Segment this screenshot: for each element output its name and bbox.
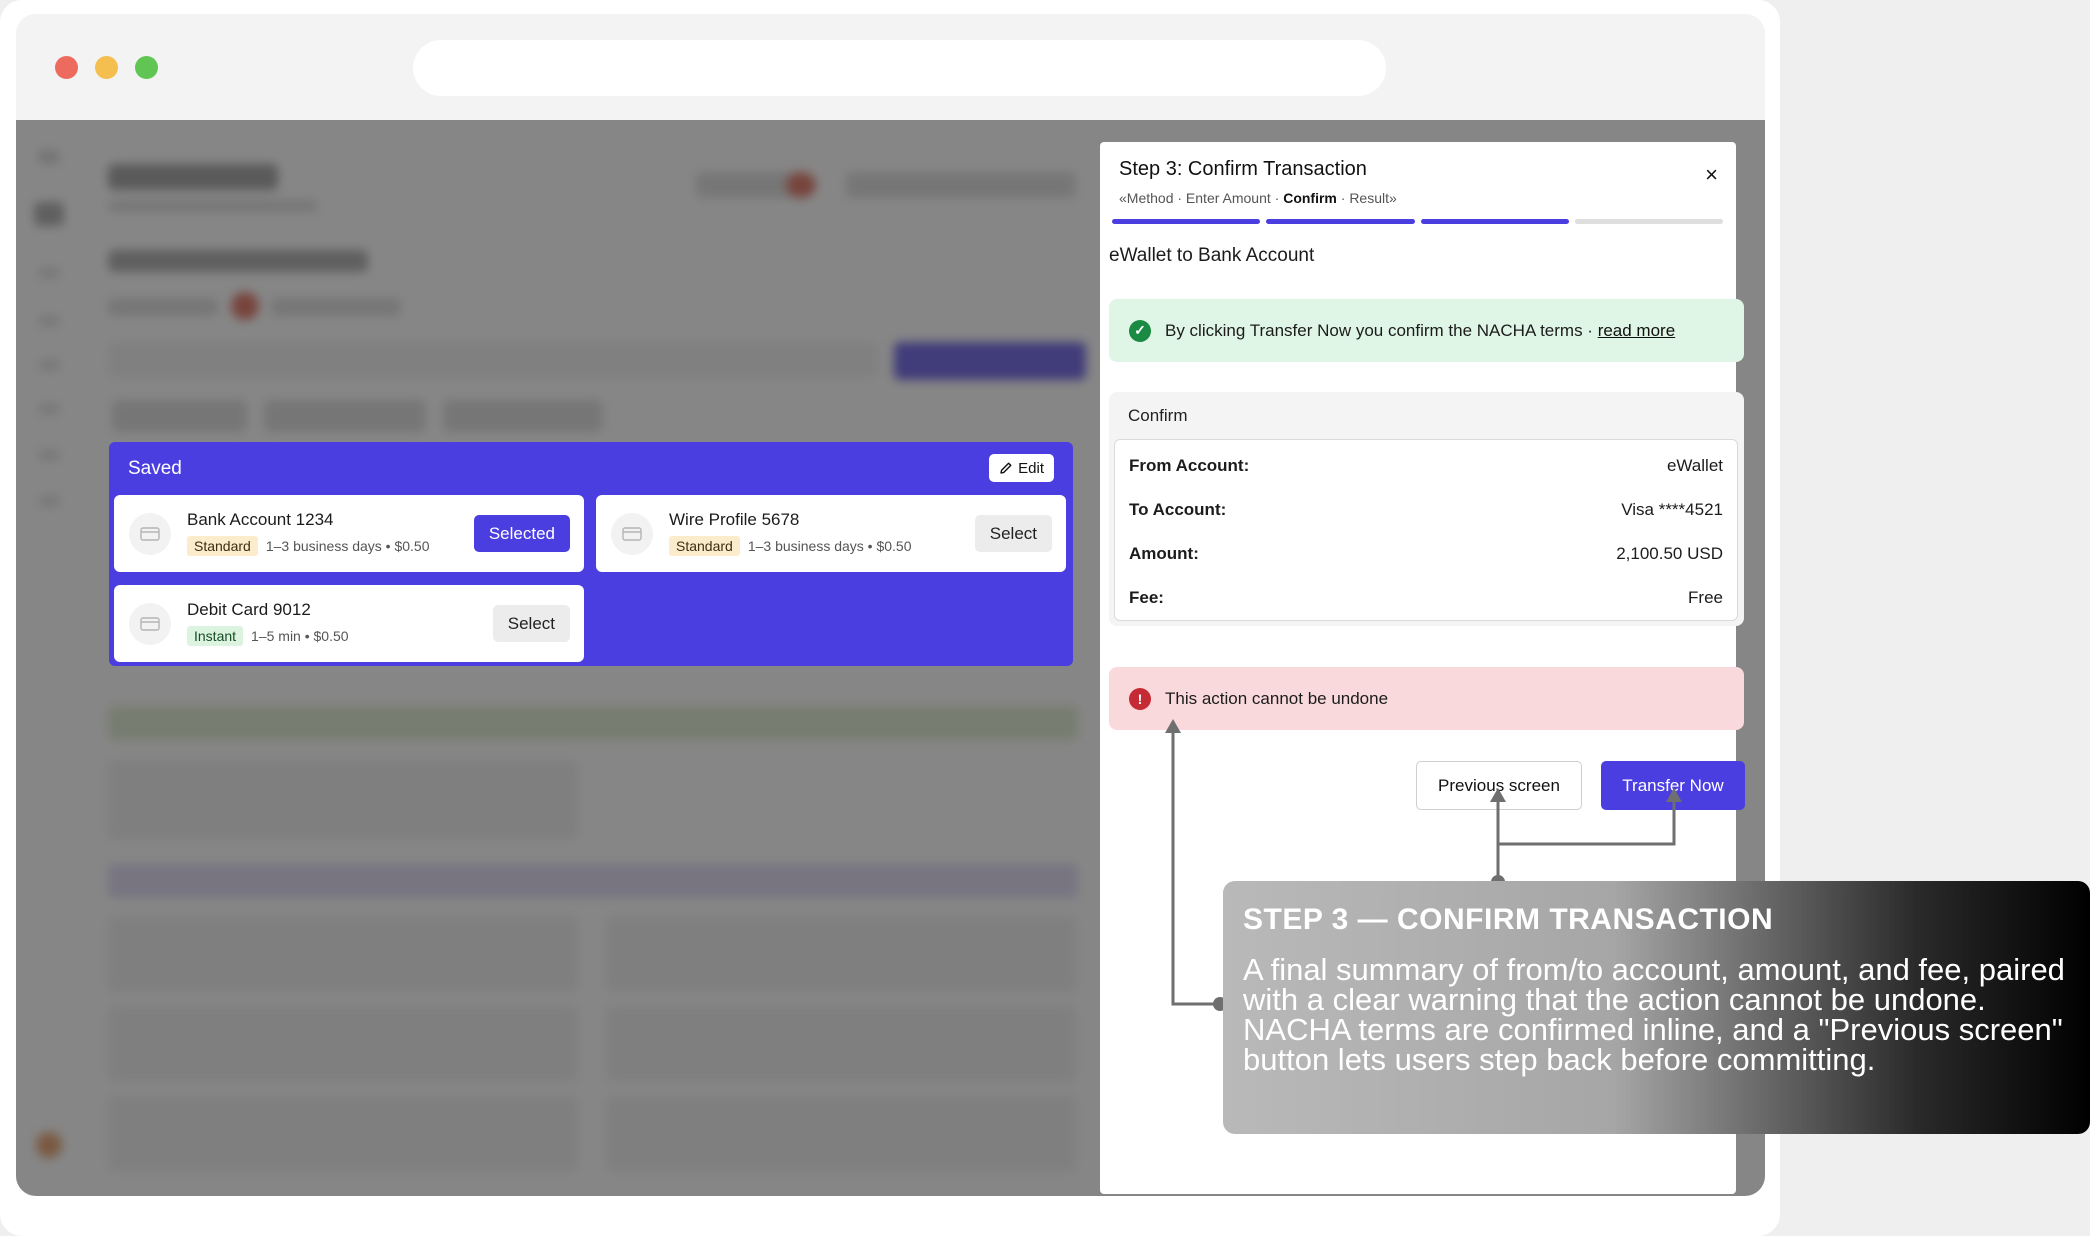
summary-row: Fee: Free — [1129, 588, 1723, 608]
summary-row: Amount: 2,100.50 USD — [1129, 544, 1723, 564]
pencil-icon — [1000, 462, 1012, 474]
card-icon — [611, 513, 653, 555]
speed-badge: Standard — [187, 536, 258, 556]
method-name: Wire Profile 5678 — [669, 510, 800, 529]
method-meta: Instant 1–5 min • $0.50 — [187, 626, 349, 646]
summary-label: Fee: — [1129, 588, 1164, 607]
summary-value: 2,100.50 USD — [1616, 544, 1723, 563]
breadcrumb-prefix: «Method · Enter Amount · — [1119, 190, 1284, 206]
saved-method-card[interactable]: Bank Account 1234 Standard 1–3 business … — [114, 495, 584, 572]
transfer-route: eWallet to Bank Account — [1109, 245, 1315, 266]
saved-section: Saved Edit Bank Account 1234 Standard 1–… — [109, 442, 1073, 666]
alert-icon: ! — [1129, 687, 1151, 710]
method-meta: Standard 1–3 business days • $0.50 — [187, 536, 430, 556]
edit-button-label: Edit — [1018, 459, 1044, 477]
method-name: Bank Account 1234 — [187, 510, 334, 529]
progress-segment — [1112, 219, 1261, 224]
method-meta: Standard 1–3 business days • $0.50 — [669, 536, 912, 556]
step-progress — [1112, 219, 1723, 224]
method-details: 1–3 business days • $0.50 — [265, 538, 430, 554]
terms-notice: ✓ By clicking Transfer Now you confirm t… — [1109, 299, 1744, 362]
irreversible-warning: ! This action cannot be undone — [1109, 667, 1744, 730]
selected-button[interactable]: Selected — [473, 515, 570, 552]
saved-title: Saved — [128, 458, 182, 479]
terms-text: By clicking Transfer Now you confirm the… — [1165, 321, 1675, 341]
callout-body: A final summary of from/to account, amou… — [1243, 952, 2065, 1077]
step-breadcrumb: «Method · Enter Amount · Confirm · Resul… — [1119, 190, 1397, 206]
title-bar — [16, 14, 1765, 120]
progress-segment — [1574, 219, 1723, 224]
modal-title: Step 3: Confirm Transaction — [1119, 158, 1367, 180]
progress-segment — [1420, 219, 1569, 224]
address-bar[interactable] — [413, 40, 1386, 96]
breadcrumb-current: Confirm — [1283, 190, 1337, 206]
summary-label: From Account: — [1129, 456, 1250, 475]
transfer-now-button[interactable]: Transfer Now — [1601, 761, 1745, 810]
summary-label: Amount: — [1129, 544, 1199, 563]
select-button[interactable]: Select — [974, 515, 1052, 552]
summary-value: Free — [1688, 588, 1723, 607]
summary-row: From Account: eWallet — [1129, 456, 1723, 476]
edit-button[interactable]: Edit — [989, 454, 1054, 482]
speed-badge: Standard — [669, 536, 740, 556]
select-button[interactable]: Select — [492, 605, 570, 642]
method-details: 1–5 min • $0.50 — [251, 628, 349, 644]
card-icon — [129, 603, 171, 645]
terms-message: By clicking Transfer Now you confirm the… — [1165, 320, 1598, 340]
speed-badge: Instant — [187, 626, 244, 646]
method-details: 1–3 business days • $0.50 — [747, 538, 912, 554]
confirm-summary: From Account: eWallet To Account: Visa ***… — [1114, 439, 1738, 621]
close-window-button[interactable] — [55, 56, 78, 79]
saved-method-card[interactable]: Wire Profile 5678 Standard 1–3 business … — [596, 495, 1066, 572]
summary-value: eWallet — [1666, 456, 1723, 475]
previous-screen-button[interactable]: Previous screen — [1416, 761, 1582, 810]
breadcrumb-suffix: · Result» — [1336, 190, 1397, 206]
method-name: Debit Card 9012 — [187, 600, 311, 619]
callout-heading: STEP 3 — CONFIRM TRANSACTION — [1243, 903, 1774, 936]
warning-text: This action cannot be undone — [1165, 688, 1389, 708]
summary-row: To Account: Visa ****4521 — [1129, 500, 1723, 520]
summary-value: Visa ****4521 — [1621, 500, 1723, 519]
card-icon — [129, 513, 171, 555]
summary-label: To Account: — [1129, 500, 1227, 519]
annotation-callout: STEP 3 — CONFIRM TRANSACTION A final sum… — [1223, 881, 2090, 1134]
close-icon[interactable]: × — [1705, 162, 1718, 188]
minimize-window-button[interactable] — [95, 56, 118, 79]
maximize-window-button[interactable] — [135, 56, 158, 79]
confirm-section: Confirm From Account: eWallet To Account:… — [1109, 392, 1744, 626]
read-more-link[interactable]: read more — [1598, 321, 1675, 340]
check-circle-icon: ✓ — [1129, 319, 1151, 342]
confirm-section-title: Confirm — [1128, 406, 1188, 425]
progress-segment — [1266, 219, 1415, 224]
saved-method-card[interactable]: Debit Card 9012 Instant 1–5 min • $0.50 … — [114, 585, 584, 662]
